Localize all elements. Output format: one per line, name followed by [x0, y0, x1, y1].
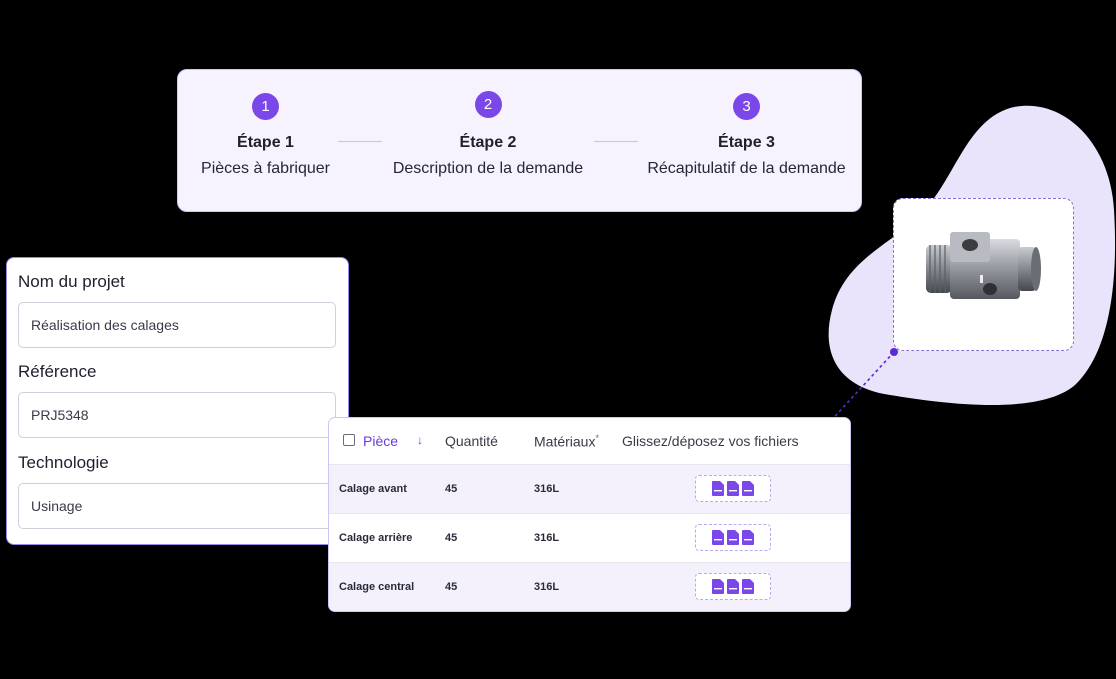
piece-cell: Calage avant [339, 483, 407, 495]
steps-progress-card: 1 Étape 1 Pièces à fabriquer 2 Étape 2 D… [177, 69, 862, 212]
table-row[interactable]: Calage central 45 316L [329, 562, 850, 611]
piece-cell: Calage arrière [339, 532, 413, 544]
machined-part-icon [926, 232, 1041, 299]
step-2-subtitle: Description de la demande [392, 160, 584, 177]
step-1-number: 1 [252, 93, 279, 120]
pdf-file-icon [727, 530, 739, 545]
pdf-file-icon [727, 481, 739, 496]
file-dropzone[interactable] [695, 573, 771, 600]
step-2-number: 2 [474, 91, 502, 118]
pdf-file-icon [742, 579, 754, 594]
parts-table: Pièce ↓ Quantité Matériaux* Glissez/dépo… [328, 417, 851, 612]
reference-input[interactable] [18, 392, 336, 438]
step-connector-2 [594, 141, 638, 142]
step-2[interactable]: 2 Étape 2 Description de la demande [383, 91, 593, 178]
select-all-checkbox[interactable] [343, 434, 355, 446]
table-row[interactable]: Calage arrière 45 316L [329, 513, 850, 562]
table-header: Pièce ↓ Quantité Matériaux* Glissez/dépo… [329, 418, 850, 464]
project-name-input[interactable] [18, 302, 336, 348]
material-cell: 316L [534, 581, 560, 593]
arrow-down-icon[interactable]: ↓ [417, 433, 423, 447]
step-1-title: Étape 1 [237, 134, 294, 151]
step-connector-1 [338, 141, 382, 142]
material-cell: 316L [534, 532, 560, 544]
piece-column-header[interactable]: Pièce [363, 433, 398, 449]
piece-cell: Calage central [339, 581, 415, 593]
quantity-column-header: Quantité [445, 433, 498, 449]
step-2-title: Étape 2 [459, 134, 517, 151]
pdf-file-icon [742, 530, 754, 545]
technology-input[interactable] [18, 483, 336, 529]
quantity-cell: 45 [445, 581, 458, 593]
file-dropzone[interactable] [695, 475, 771, 502]
pdf-file-icon [712, 481, 724, 496]
pdf-file-icon [712, 530, 724, 545]
step-3-number: 3 [733, 93, 760, 120]
material-column-label: Matériaux [534, 433, 596, 450]
pdf-file-icon [712, 579, 724, 594]
step-1-subtitle: Pièces à fabriquer [201, 160, 330, 177]
pdf-file-icon [742, 481, 754, 496]
quantity-cell: 45 [445, 483, 458, 495]
step-1[interactable]: 1 Étape 1 Pièces à fabriquer [183, 93, 348, 178]
material-column-header: Matériaux* [534, 433, 599, 450]
files-column-header: Glissez/déposez vos fichiers [622, 433, 799, 449]
project-form-card: Nom du projet Référence Technologie [6, 257, 349, 545]
file-dropzone[interactable] [695, 524, 771, 551]
material-required-mark: * [595, 433, 599, 443]
technology-label: Technologie [18, 453, 109, 472]
pdf-file-icon [727, 579, 739, 594]
reference-label: Référence [18, 362, 97, 381]
quantity-cell: 45 [445, 532, 458, 544]
project-name-label: Nom du projet [18, 272, 125, 291]
part-preview-image[interactable] [893, 198, 1074, 351]
material-cell: 316L [534, 483, 560, 495]
table-row[interactable]: Calage avant 45 316L [329, 464, 850, 513]
